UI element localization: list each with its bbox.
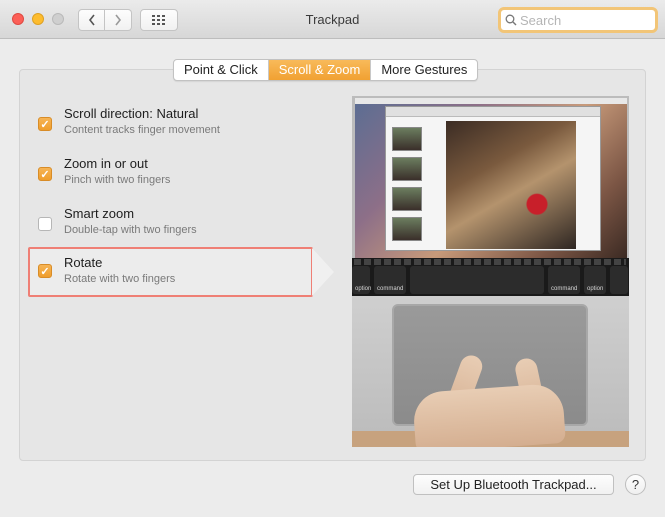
key-command-right: command (548, 266, 580, 294)
tab-bar: Point & Click Scroll & Zoom More Gesture… (173, 59, 479, 81)
option-subtitle: Pinch with two fingers (64, 174, 171, 186)
gesture-preview: option command command option (352, 96, 629, 447)
smart-zoom-checkbox[interactable] (38, 217, 52, 231)
touch-bar (354, 259, 626, 265)
option-title: Scroll direction: Natural (64, 106, 199, 121)
selection-pointer (312, 248, 334, 296)
tab-more-gestures[interactable]: More Gestures (371, 60, 477, 80)
option-rotate[interactable]: ✓ Rotate Rotate with two fingers (28, 247, 313, 297)
option-scroll-direction[interactable]: ✓ Scroll direction: Natural Content trac… (28, 102, 313, 150)
option-title: Rotate (64, 255, 103, 270)
rotate-checkbox[interactable]: ✓ (38, 264, 52, 278)
option-title: Smart zoom (64, 206, 135, 221)
zoom-checkbox[interactable]: ✓ (38, 167, 52, 181)
setup-bluetooth-trackpad-button[interactable]: Set Up Bluetooth Trackpad... (413, 474, 614, 495)
option-zoom[interactable]: ✓ Zoom in or out Pinch with two fingers (28, 152, 313, 200)
search-input[interactable] (520, 12, 650, 28)
keyboard-strip: option command command option (352, 258, 629, 296)
option-subtitle: Rotate with two fingers (64, 273, 176, 285)
scroll-direction-checkbox[interactable]: ✓ (38, 117, 52, 131)
option-smart-zoom[interactable]: Smart zoom Double-tap with two fingers (28, 202, 313, 250)
title-bar: Trackpad (0, 0, 665, 39)
option-subtitle: Double-tap with two fingers (64, 224, 197, 236)
preview-screen (355, 98, 627, 258)
help-button[interactable]: ? (625, 474, 646, 495)
thumbnail-list (389, 121, 427, 249)
option-title: Zoom in or out (64, 156, 148, 171)
tab-point-and-click[interactable]: Point & Click (174, 60, 269, 80)
tab-scroll-and-zoom[interactable]: Scroll & Zoom (268, 60, 372, 80)
search-icon (505, 14, 517, 26)
key-command-left: command (374, 266, 406, 294)
preview-photo (446, 121, 576, 249)
hand (412, 382, 566, 447)
key-option-right: option (584, 266, 606, 294)
search-field[interactable] (498, 7, 658, 33)
key-option-left: option (352, 266, 371, 294)
preview-app-window (385, 106, 601, 251)
key-space (410, 266, 544, 294)
option-subtitle: Content tracks finger movement (64, 124, 220, 136)
key-arrow-left (610, 266, 628, 294)
